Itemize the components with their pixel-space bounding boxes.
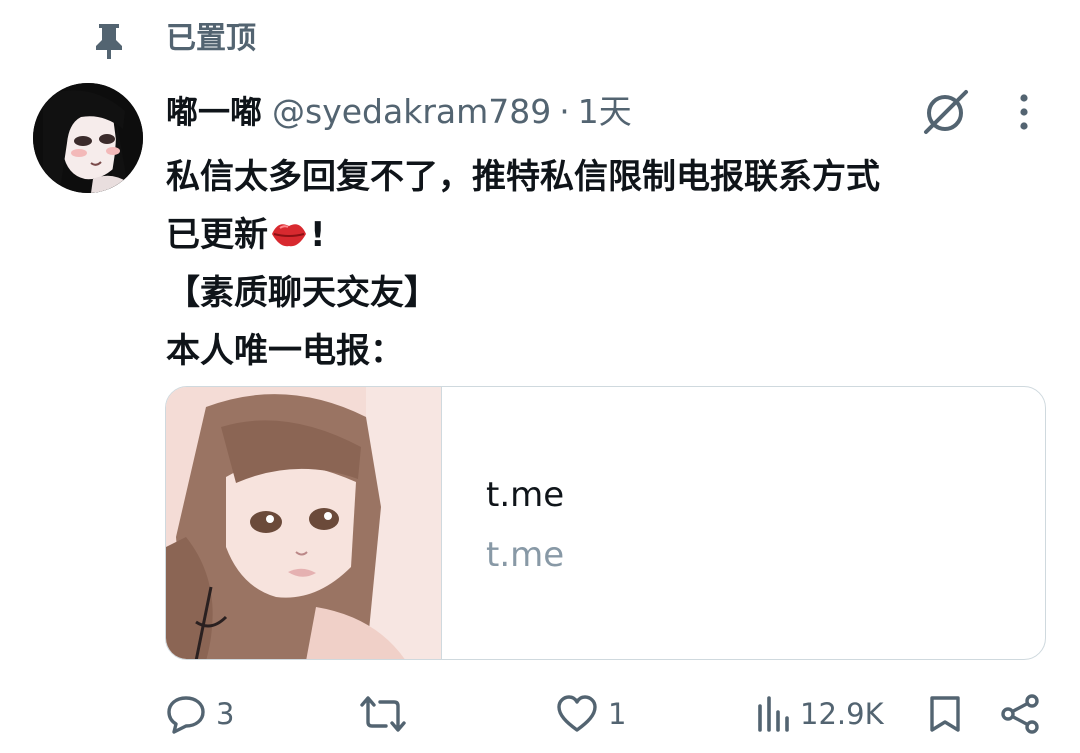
grok-icon[interactable] <box>920 88 970 136</box>
user-handle[interactable]: @syedakram789 <box>272 92 551 131</box>
bookmark-button[interactable] <box>928 686 962 742</box>
like-count: 1 <box>608 697 627 731</box>
retweet-icon <box>360 696 406 732</box>
tweet-text-fragment: ! <box>310 215 326 255</box>
tweet-text-fragment: 已更新 <box>166 215 268 255</box>
share-button[interactable] <box>1000 686 1042 742</box>
separator-dot: · <box>559 92 570 131</box>
reply-count: 3 <box>216 697 235 731</box>
kiss-emoji <box>272 224 306 247</box>
card-image <box>166 387 442 659</box>
share-icon <box>1001 694 1039 734</box>
tweet-timestamp[interactable]: 1天 <box>578 92 632 131</box>
reply-button[interactable]: 3 <box>166 686 234 742</box>
views-icon <box>758 696 789 732</box>
tweet-line: 私信太多回复不了，推特私信限制电报联系方式 <box>166 157 880 197</box>
avatar[interactable] <box>33 83 143 193</box>
card-title: t.me <box>486 475 565 515</box>
tweet-body: 私信太多回复不了，推特私信限制电报联系方式 已更新! 【素质聊天交友】 本人唯一… <box>166 148 1046 380</box>
pin-icon <box>96 24 122 59</box>
action-bar: 3 1 12.9K <box>0 686 1080 742</box>
like-button[interactable]: 1 <box>556 686 626 742</box>
pinned-label: 已置顶 <box>166 21 256 56</box>
reply-icon <box>167 696 205 734</box>
display-name[interactable]: 嘟一嘟 <box>166 93 262 131</box>
tweet-line: 已更新! <box>166 206 1046 264</box>
avatar-image <box>33 83 143 193</box>
more-icon[interactable] <box>1008 92 1040 132</box>
bookmark-icon <box>930 696 960 732</box>
like-icon <box>557 695 597 732</box>
tweet-line: 【素质聊天交友】 <box>166 273 438 313</box>
view-count: 12.9K <box>800 697 884 731</box>
retweet-button[interactable] <box>360 686 416 742</box>
views-button[interactable]: 12.9K <box>756 686 884 742</box>
pinned-indicator: 已置顶 <box>0 14 1080 64</box>
link-card[interactable]: t.me t.me <box>165 386 1046 660</box>
tweet-line: 本人唯一电报： <box>166 331 404 371</box>
card-domain: t.me <box>486 535 565 575</box>
tweet-header: 嘟一嘟 @syedakram789 · 1天 <box>166 88 632 136</box>
